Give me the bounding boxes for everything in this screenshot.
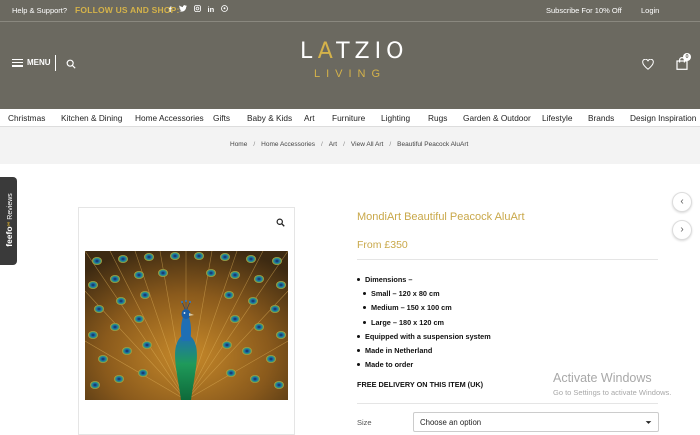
breadcrumb-bar: Home / Home Accessories / Art / View All Art / B… <box>0 127 700 164</box>
main-navigation: Christmas Kitchen & Dining Home Accessor… <box>0 109 700 127</box>
feefo-reviews-tab[interactable]: feefo°° Reviews <box>0 177 17 265</box>
chevron-down-icon <box>645 421 652 424</box>
nav-item-rugs[interactable]: Rugs <box>428 113 447 123</box>
feature-made-in: Made in Netherland <box>357 346 432 355</box>
menu-button[interactable]: MENU <box>12 58 51 67</box>
site-header: MENU LATZIO LIVING 0 <box>0 21 700 109</box>
breadcrumb-current: Beautiful Peacock AluArt <box>397 141 469 148</box>
size-label: Size <box>357 418 372 427</box>
feature-made-to-order: Made to order <box>357 360 413 369</box>
breadcrumb-home[interactable]: Home <box>230 141 247 148</box>
nav-item-design-inspiration[interactable]: Design Inspiration <box>630 113 696 123</box>
nav-item-brands[interactable]: Brands <box>588 113 614 123</box>
menu-label: MENU <box>27 58 51 67</box>
activate-windows-subtitle: Go to Settings to activate Windows. <box>553 388 672 397</box>
facebook-icon[interactable]: f <box>169 5 172 14</box>
search-icon[interactable] <box>66 59 76 69</box>
hamburger-icon <box>12 58 23 67</box>
nav-item-gifts[interactable]: Gifts <box>213 113 230 123</box>
nav-item-kitchen-dining[interactable]: Kitchen & Dining <box>61 113 122 123</box>
login-link[interactable]: Login <box>641 6 659 15</box>
linkedin-icon[interactable]: in <box>208 5 215 14</box>
feature-size-medium: Medium – 150 x 100 cm <box>363 303 452 312</box>
size-select-value: Choose an option <box>420 418 482 427</box>
activate-windows-title: Activate Windows <box>553 371 652 385</box>
header-separator <box>55 55 56 71</box>
nav-item-baby-kids[interactable]: Baby & Kids <box>247 113 292 123</box>
size-select[interactable]: Choose an option <box>413 412 659 432</box>
nav-item-furniture[interactable]: Furniture <box>332 113 365 123</box>
wishlist-heart-icon[interactable] <box>642 59 654 70</box>
feature-size-large: Large – 180 x 120 cm <box>363 318 444 327</box>
subscribe-link[interactable]: Subscribe For 10% Off <box>546 6 622 15</box>
instagram-icon[interactable] <box>193 5 201 14</box>
nav-item-garden-outdoor[interactable]: Garden & Outdoor <box>463 113 531 123</box>
nav-item-lifestyle[interactable]: Lifestyle <box>542 113 572 123</box>
nav-item-christmas[interactable]: Christmas <box>8 113 45 123</box>
logo-subtitle: LIVING <box>313 68 387 80</box>
feature-dimensions: Dimensions – <box>357 275 412 284</box>
follow-us-label: FOLLOW US AND SHOP: <box>75 5 180 15</box>
breadcrumb-home-accessories[interactable]: Home Accessories <box>261 141 315 148</box>
feefo-label: feefo°° Reviews <box>4 193 14 247</box>
nav-item-art[interactable]: Art <box>304 113 315 123</box>
pinterest-icon[interactable] <box>221 5 229 14</box>
breadcrumb-view-all-art[interactable]: View All Art <box>351 141 383 148</box>
help-support-link[interactable]: Help & Support? <box>12 6 67 15</box>
header-divider <box>0 21 700 22</box>
product-title: MondiArt Beautiful Peacock AluArt <box>357 211 525 223</box>
info-divider <box>357 259 658 260</box>
nav-item-home-accessories[interactable]: Home Accessories <box>135 113 204 123</box>
product-price: From £350 <box>357 239 408 251</box>
feature-suspension: Equipped with a suspension system <box>357 332 491 341</box>
feature-size-small: Small – 120 x 80 cm <box>363 289 440 298</box>
logo-wordmark[interactable]: LATZIO <box>300 39 403 64</box>
free-delivery-note: FREE DELIVERY ON THIS ITEM (UK) <box>357 380 484 389</box>
zoom-magnifier-icon[interactable] <box>276 218 285 227</box>
options-divider <box>357 403 658 404</box>
twitter-icon[interactable] <box>178 5 187 14</box>
product-image-peacock[interactable] <box>85 251 288 400</box>
next-product-button[interactable]: › <box>672 220 692 240</box>
cart-count-badge: 0 <box>683 53 691 61</box>
top-bar: Help & Support? FOLLOW US AND SHOP: f in… <box>0 0 700 21</box>
social-links: f in <box>169 5 229 14</box>
breadcrumb: Home / Home Accessories / Art / View All Art / B… <box>230 141 469 148</box>
prev-product-button[interactable]: ‹ <box>672 192 692 212</box>
breadcrumb-art[interactable]: Art <box>329 141 337 148</box>
nav-item-lighting[interactable]: Lighting <box>381 113 410 123</box>
